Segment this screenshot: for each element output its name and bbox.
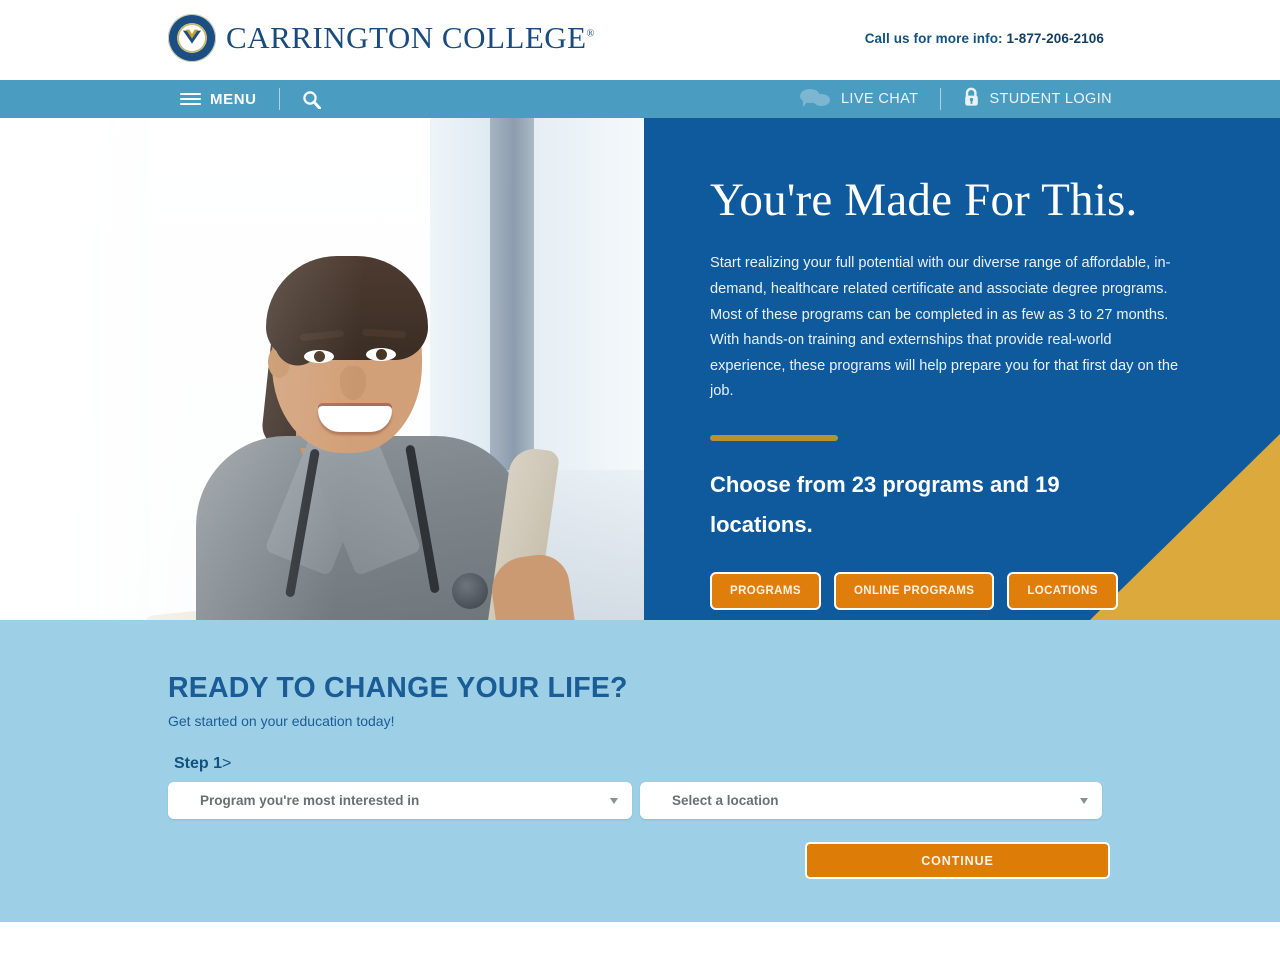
nav-right-group: LIVE CHAT STUDENT LOGIN [799, 80, 1112, 118]
contact-phone[interactable]: Call us for more info: 1-877-206-2106 [865, 31, 1104, 46]
primary-navigation: MENU LIVE CHAT STUDENT LOGIN [0, 80, 1280, 118]
step-indicator: Step 1> [174, 755, 1280, 773]
student-photo-subject [0, 118, 644, 620]
seal-bird-icon [183, 29, 201, 44]
step-chevron: > [222, 755, 232, 772]
online-programs-button[interactable]: ONLINE PROGRAMS [833, 571, 995, 610]
brand-name: CARRINGTON COLLEGE® [226, 20, 595, 56]
hamburger-icon[interactable] [180, 92, 201, 106]
program-select[interactable]: Program you're most interested in [168, 782, 632, 819]
live-chat-button[interactable]: LIVE CHAT [799, 89, 919, 109]
chat-bubble-icon [799, 89, 832, 109]
program-select-value: Program you're most interested in [200, 793, 420, 808]
live-chat-label: LIVE CHAT [840, 91, 919, 107]
hero-button-group: PROGRAMS ONLINE PROGRAMS LOCATIONS [710, 571, 1280, 610]
logo-link[interactable]: CARRINGTON COLLEGE® [168, 14, 595, 62]
chevron-down-icon [610, 797, 618, 804]
location-select-value: Select a location [672, 793, 779, 808]
chevron-down-icon [1080, 797, 1088, 804]
location-select[interactable]: Select a location [640, 782, 1102, 819]
site-header: CARRINGTON COLLEGE® Call us for more inf… [0, 0, 1280, 80]
nav-divider-2 [940, 88, 942, 110]
menu-button[interactable]: MENU [210, 91, 257, 108]
call-label: Call us for more info: [864, 31, 1003, 46]
student-login-label: STUDENT LOGIN [989, 91, 1112, 107]
carrington-seal-icon [168, 14, 216, 62]
student-login-button[interactable]: STUDENT LOGIN [963, 87, 1112, 111]
hero-paragraph: Start realizing your full potential with… [710, 255, 1179, 400]
brand-label: CARRINGTON COLLEGE [226, 20, 587, 55]
form-subtitle: Get started on your education today! [168, 713, 395, 729]
hero-subheadline: Choose from 23 programs and 19 locations… [710, 471, 1060, 537]
page-footer-space [0, 922, 1280, 960]
locations-button[interactable]: LOCATIONS [1007, 571, 1118, 610]
search-icon[interactable] [302, 90, 321, 109]
hero-content-panel: You're Made For This. Start realizing yo… [644, 118, 1280, 620]
form-title: READY TO CHANGE YOUR LIFE? [168, 672, 628, 704]
hero-image [0, 118, 644, 620]
nav-divider [278, 88, 280, 110]
nav-left-group: MENU [180, 80, 321, 118]
continue-button[interactable]: CONTINUE [805, 842, 1110, 879]
continue-row: CONTINUE [168, 842, 1280, 879]
hero-headline: You're Made For This. [710, 174, 1138, 226]
phone-number[interactable]: 1-877-206-2106 [1007, 31, 1104, 46]
hero-section: You're Made For This. Start realizing yo… [0, 118, 1280, 620]
step-label: Step 1 [174, 755, 223, 772]
lock-icon [963, 87, 980, 111]
programs-button[interactable]: PROGRAMS [710, 571, 821, 610]
form-fields-row: Program you're most interested in Select… [168, 782, 1280, 819]
lead-form-section: READY TO CHANGE YOUR LIFE? Get started o… [0, 620, 1280, 922]
gold-divider [710, 434, 838, 441]
trademark-symbol: ® [586, 28, 595, 40]
